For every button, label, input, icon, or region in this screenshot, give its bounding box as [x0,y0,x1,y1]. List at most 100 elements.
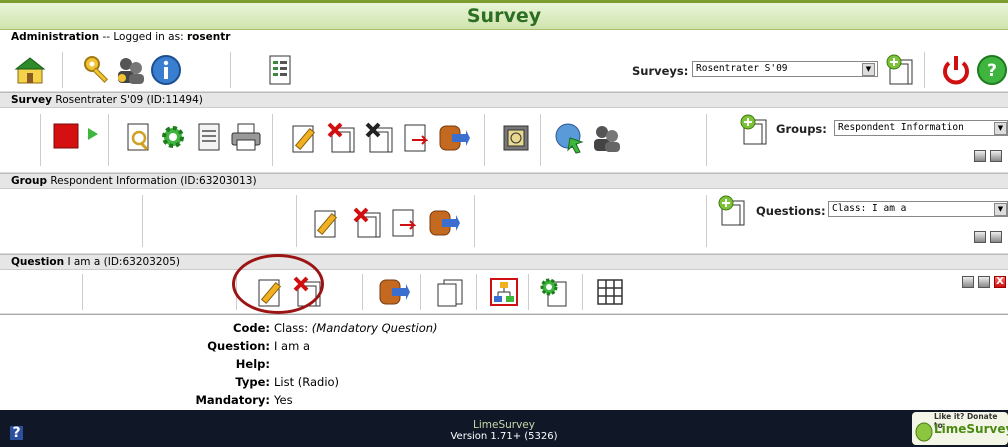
questions-select[interactable]: Class: I am a [828,201,1008,217]
home-icon[interactable] [14,54,46,86]
minimize-button[interactable] [974,231,986,243]
code-text: Class: [274,321,309,335]
stop-survey-icon[interactable] [52,122,84,154]
lime-logo-icon [915,422,933,442]
group-header: Group Respondent Information (ID:6320301… [0,173,1008,189]
user-security-icon[interactable] [114,54,146,86]
question-text-label: Question: [207,339,270,353]
chevron-down-icon[interactable]: ▼ [994,203,1007,216]
logout-power-icon[interactable] [940,54,972,86]
maximize-button[interactable] [978,276,990,288]
toolbar-separator [62,52,63,88]
key-icon[interactable] [82,54,114,86]
delete-group-icon[interactable] [352,207,384,239]
question-details: Code: Class: (Mandatory Question) Questi… [0,314,1008,410]
toolbar-separator [420,274,421,310]
survey-label: Survey [11,94,53,106]
csv-export-question-icon[interactable] [378,276,410,308]
delete-survey-icon[interactable] [326,122,358,154]
help-label: Help: [235,357,270,371]
database-export-icon[interactable] [438,122,470,154]
participants-icon[interactable] [590,122,622,154]
info-icon[interactable] [150,54,182,86]
maximize-button[interactable] [990,231,1002,243]
edit-survey-icon[interactable] [290,122,322,154]
toolbar-separator [540,114,541,166]
toolbar-separator [706,195,707,247]
app-title-bar: Survey [0,0,1008,30]
answer-grid-icon[interactable] [594,276,626,308]
survey-name: Rosentrater S'09 (ID:11494) [55,94,203,106]
admin-header: Administration -- Logged in as: rosentr [0,30,1008,44]
mandatory-label: Mandatory: [195,393,270,407]
toolbar-separator [40,114,41,166]
toolbar-separator [582,274,583,310]
surveys-label: Surveys: [632,64,689,78]
help-icon[interactable]: ? [976,54,1008,86]
footer-app-name[interactable]: LimeSurvey [0,419,1008,431]
footer: ? LimeSurvey Version 1.71+ (5326) Like i… [0,410,1008,447]
questions-label: Questions: [756,204,826,218]
toolbar-separator [362,274,363,310]
survey-settings-gear-icon[interactable] [158,122,190,154]
question-settings-icon[interactable] [538,276,570,308]
toolbar-separator [230,52,231,88]
logged-in-text: -- Logged in as: [102,31,184,43]
mandatory-value: Yes [274,393,293,407]
question-text-value: I am a [274,339,310,353]
chevron-down-icon[interactable]: ▼ [994,122,1007,135]
print-survey-icon[interactable] [230,122,262,154]
toolbar-separator [924,52,925,88]
type-label: Type: [235,375,270,389]
highlight-circle [232,254,324,314]
add-question-icon[interactable] [716,195,748,227]
maximize-button[interactable] [990,150,1002,162]
svg-text:?: ? [987,61,997,81]
admin-toolbar: Surveys: Rosentrater S'09 ▼ ? [0,44,1008,92]
question-label: Question [11,256,65,268]
group-name: Respondent Information (ID:63203013) [50,175,257,187]
close-button[interactable]: X [994,276,1006,288]
groups-select[interactable]: Respondent Information [834,120,1008,136]
admin-label: Administration [11,31,100,43]
code-value: Class: (Mandatory Question) [274,321,438,335]
survey-list-icon[interactable] [264,54,296,86]
question-name: I am a (ID:63203205) [67,256,180,268]
add-group-icon[interactable] [738,114,770,146]
toolbar-separator [272,114,273,166]
import-survey-icon[interactable] [364,122,396,154]
toolbar-separator [476,274,477,310]
export-survey-icon[interactable] [402,122,434,154]
survey-document-icon[interactable] [194,122,226,154]
type-value: List (Radio) [274,375,340,389]
survey-header: Survey Rosentrater S'09 (ID:11494) [0,92,1008,108]
toolbar-separator [142,195,143,247]
timer-icon[interactable] [500,122,532,154]
group-toolbar: Questions: Class: I am a ▼ [0,189,1008,254]
admin-user: rosentr [186,31,231,43]
activate-survey-icon[interactable] [86,122,118,154]
minimize-button[interactable] [974,150,986,162]
toolbar-separator [296,195,297,247]
export-group-icon[interactable] [390,207,422,239]
copy-question-icon[interactable] [434,276,466,308]
csv-export-group-icon[interactable] [428,207,460,239]
preview-survey-icon[interactable] [124,122,156,154]
donate-button[interactable]: Like it? Donate to LimeSurvey [912,412,1008,445]
toolbar-separator [706,114,707,166]
toolbar-separator [484,114,485,166]
group-label: Group [11,175,48,187]
edit-group-icon[interactable] [312,207,344,239]
chevron-down-icon[interactable]: ▼ [862,63,875,76]
surveys-select[interactable]: Rosentrater S'09 [692,61,878,77]
minimize-button[interactable] [962,276,974,288]
quotas-globe-icon[interactable] [554,122,586,154]
conditions-icon[interactable] [488,276,520,308]
toolbar-separator [474,195,475,247]
add-survey-icon[interactable] [884,54,916,86]
toolbar-separator [82,274,83,310]
toolbar-separator [528,274,529,310]
question-toolbar: X [0,270,1008,314]
page-title: Survey [466,5,542,27]
groups-label: Groups: [776,122,827,136]
